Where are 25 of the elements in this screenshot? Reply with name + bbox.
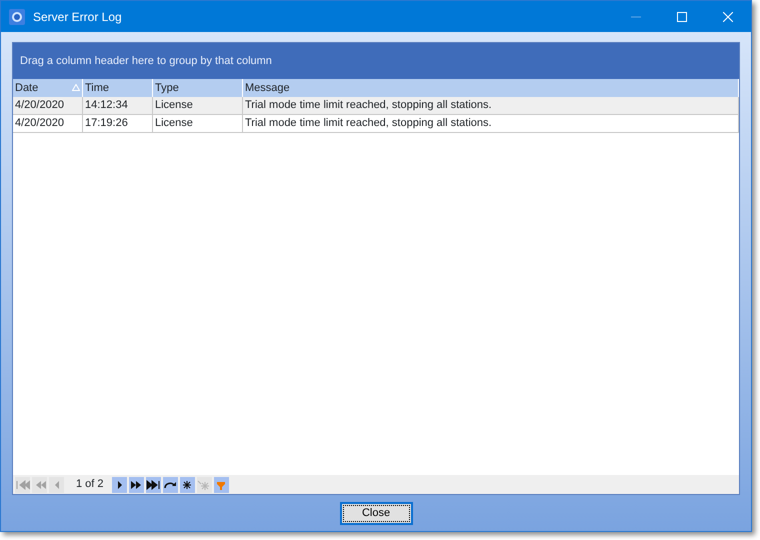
filter-button[interactable] bbox=[214, 476, 229, 492]
table-row[interactable]: 4/20/2020 17:19:26 License Trial mode time limit reached, stopping all stations. bbox=[13, 115, 739, 133]
page-indicator: 1 of 2 bbox=[75, 477, 105, 492]
table-cell: 4/20/2020 bbox=[13, 97, 83, 114]
group-by-hint: Drag a column header here to group by that column bbox=[20, 54, 272, 69]
last-page-icon bbox=[146, 478, 160, 490]
table-cell: 14:12:34 bbox=[83, 97, 153, 114]
app-icon bbox=[9, 8, 25, 24]
table-cell: 4/20/2020 bbox=[13, 115, 83, 132]
insert-icon bbox=[197, 478, 212, 490]
table-cell: License bbox=[153, 115, 243, 132]
last-page-button[interactable] bbox=[146, 476, 161, 492]
table-cell: Trial mode time limit reached, stopping all stations. bbox=[243, 97, 739, 114]
close-button[interactable]: Close bbox=[340, 502, 412, 525]
table-row[interactable]: 4/20/2020 14:12:34 License Trial mode time limit reached, stopping all stations. bbox=[13, 97, 739, 115]
append-button[interactable] bbox=[180, 476, 195, 492]
next-button[interactable] bbox=[112, 476, 127, 492]
next-page-icon bbox=[129, 478, 144, 490]
window-title: Server Error Log bbox=[33, 8, 123, 26]
refresh-button[interactable] bbox=[162, 476, 178, 492]
next-page-button[interactable] bbox=[128, 476, 144, 492]
table-cell: 17:19:26 bbox=[83, 115, 153, 132]
first-page-icon bbox=[16, 478, 30, 490]
table-cell: Trial mode time limit reached, stopping all stations. bbox=[243, 115, 739, 132]
table-cell: License bbox=[153, 97, 243, 114]
